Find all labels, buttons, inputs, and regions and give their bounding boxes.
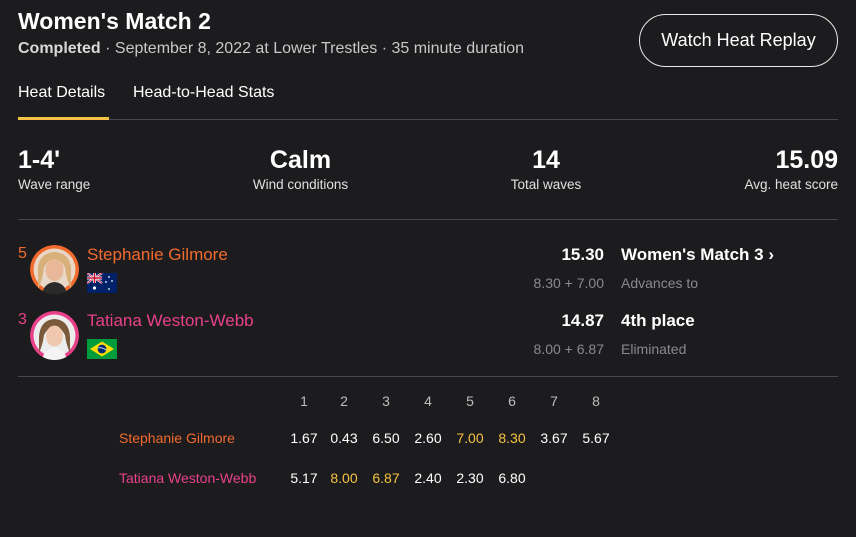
- divider: [18, 376, 838, 377]
- watch-replay-button[interactable]: Watch Heat Replay: [639, 14, 838, 67]
- wave-score-cell: 5.17: [290, 470, 318, 486]
- wave-column-header: 3: [382, 393, 390, 409]
- wave-score-cell: 6.87: [372, 470, 400, 486]
- tab-heat-details[interactable]: Heat Details: [18, 84, 109, 120]
- athlete-row: 3 Tatiana Weston-Webb 14.87 8.00 + 6.87 …: [18, 309, 838, 365]
- table-row-athlete-name: Tatiana Weston-Webb: [119, 470, 257, 486]
- stat-label: Wind conditions: [252, 177, 349, 192]
- avatar[interactable]: [30, 245, 79, 294]
- wave-score-cell: 3.67: [540, 430, 568, 446]
- divider: [18, 219, 838, 220]
- result-label: 4th place: [621, 311, 695, 330]
- wave-column-header: 7: [550, 393, 558, 409]
- stat-value: 15.09: [775, 146, 838, 174]
- wave-score-cell: 7.00: [456, 430, 484, 446]
- athlete-seed: 5: [18, 245, 27, 262]
- stat-value: 14: [532, 146, 560, 174]
- wave-column-header: 4: [424, 393, 432, 409]
- stat-avg-score: 15.09 Avg. heat score: [742, 146, 838, 192]
- stat-value: 1-4': [18, 146, 61, 174]
- best-waves: 8.30 + 7.00: [533, 275, 604, 291]
- athlete-row: 5 Stephanie Gilmore 15.30 8.30 + 7.00 Wo…: [18, 243, 838, 299]
- stat-wind: Calm Wind conditions: [250, 146, 351, 192]
- wave-score-cell: 6.80: [498, 470, 526, 486]
- page-title: Women's Match 2: [18, 8, 211, 34]
- athlete-seed: 3: [18, 311, 27, 328]
- athlete-name[interactable]: Tatiana Weston-Webb: [87, 311, 254, 331]
- avatar[interactable]: [30, 311, 79, 360]
- wave-score-cell: 2.30: [456, 470, 484, 486]
- tab-bar: Heat Details Head-to-Head Stats: [18, 84, 838, 120]
- wave-column-header: 6: [508, 393, 516, 409]
- wave-column-header: 1: [300, 393, 308, 409]
- result-subtext: Advances to: [621, 275, 699, 291]
- wave-score-cell: 6.50: [372, 430, 400, 446]
- wave-scores-table: Stephanie Gilmore Tatiana Weston-Webb 1 2…: [0, 390, 856, 500]
- wave-column-header: 2: [340, 393, 348, 409]
- wave-score-cell: 2.60: [414, 430, 442, 446]
- table-row-athlete-name: Stephanie Gilmore: [119, 430, 235, 446]
- stat-value: Calm: [269, 146, 332, 174]
- result-subtext: Eliminated: [621, 341, 687, 357]
- australia-flag-icon: [86, 272, 117, 293]
- status-label: Completed: [18, 40, 101, 57]
- wave-score-cell: 2.40: [414, 470, 442, 486]
- heat-details: · September 8, 2022 at Lower Trestles · …: [100, 40, 525, 57]
- heat-score: 14.87: [561, 311, 604, 330]
- wave-score-cell: 8.00: [330, 470, 358, 486]
- athlete-name[interactable]: Stephanie Gilmore: [87, 245, 228, 265]
- stat-wave-range: 1-4' Wave range: [18, 146, 90, 192]
- stat-label: Wave range: [18, 177, 91, 192]
- chevron-right-icon: ›: [768, 245, 774, 264]
- brazil-flag-icon: [87, 339, 117, 359]
- tab-head-to-head[interactable]: Head-to-Head Stats: [133, 84, 274, 120]
- wave-score-cell: 8.30: [498, 430, 526, 446]
- stat-label: Total waves: [510, 177, 582, 192]
- next-heat-link[interactable]: Women's Match 3 ›: [621, 245, 774, 265]
- result-label: Women's Match 3: [621, 245, 764, 264]
- stat-label: Avg. heat score: [744, 177, 838, 192]
- wave-column-header: 8: [592, 393, 600, 409]
- stat-total-waves: 14 Total waves: [510, 146, 582, 192]
- best-waves: 8.00 + 6.87: [533, 341, 604, 357]
- heat-score: 15.30: [561, 245, 604, 264]
- wave-column-header: 5: [466, 393, 474, 409]
- wave-score-cell: 0.43: [330, 430, 358, 446]
- wave-score-cell: 5.67: [582, 430, 610, 446]
- heat-subtitle: Completed · September 8, 2022 at Lower T…: [18, 40, 524, 58]
- wave-score-cell: 1.67: [290, 430, 318, 446]
